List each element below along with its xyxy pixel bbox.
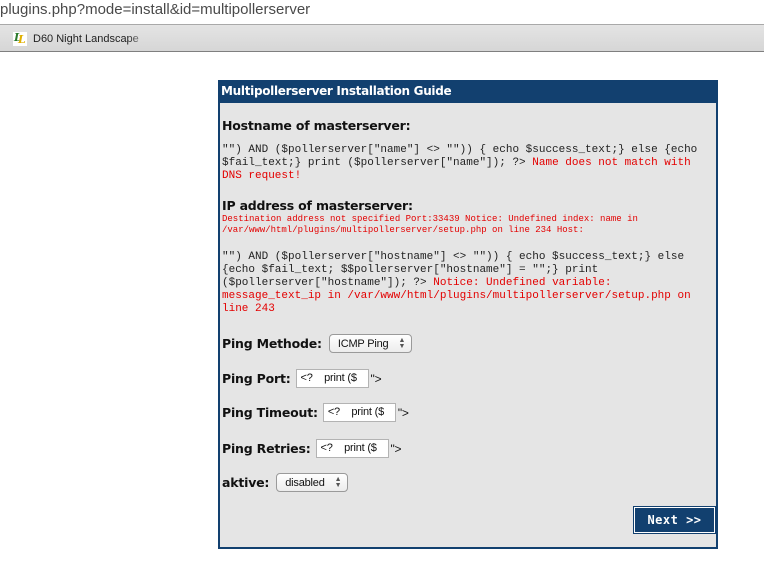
- aktive-label: aktive:: [222, 475, 270, 490]
- ll-favicon-icon: LL: [13, 31, 27, 46]
- ping-timeout-row: Ping Timeout: <? print ($ ">: [222, 403, 409, 422]
- ping-method-select[interactable]: ICMP Ping ▲ ▼: [328, 334, 413, 353]
- address-bar[interactable]: plugins.php?mode=install&id=multipollers…: [0, 0, 764, 24]
- ping-retries-input[interactable]: <? print ($: [315, 439, 389, 458]
- ping-retries-row: Ping Retries: <? print ($ ">: [222, 439, 402, 458]
- bookmark-item[interactable]: LL D60 Night Landscape: [13, 31, 163, 47]
- installation-guide-panel: Multipollerserver Installation Guide Hos…: [218, 80, 718, 549]
- ping-timeout-suffix: ">: [397, 405, 409, 420]
- ping-port-row: Ping Port: <? print ($ ">: [222, 369, 382, 388]
- aktive-value: disabled: [285, 476, 325, 489]
- ping-method-label: Ping Methode:: [222, 336, 322, 351]
- ping-timeout-input[interactable]: <? print ($: [322, 403, 396, 422]
- url-text: plugins.php?mode=install&id=multipollers…: [0, 1, 311, 18]
- ping-method-value: ICMP Ping: [337, 337, 389, 350]
- ip-notice: Destination address not specified Port:3…: [222, 214, 638, 235]
- ping-port-suffix: ">: [370, 371, 382, 386]
- aktive-row: aktive: disabled ▲ ▼: [222, 473, 349, 492]
- ip-code-output: "") AND ($pollerserver["hostname"] <> ""…: [222, 251, 716, 316]
- bookmarks-bar: LL D60 Night Landscape: [0, 24, 764, 52]
- ping-retries-label: Ping Retries:: [222, 441, 311, 456]
- ping-retries-suffix: ">: [390, 441, 402, 456]
- hostname-code-output: "") AND ($pollerserver["name"] <> "")) {…: [222, 144, 716, 183]
- panel-title: Multipollerserver Installation Guide: [218, 80, 718, 103]
- ping-method-row: Ping Methode: ICMP Ping ▲ ▼: [222, 334, 413, 353]
- hostname-section-title: Hostname of masterserver:: [222, 118, 411, 133]
- ip-section-title: IP address of masterserver:: [222, 198, 413, 213]
- bookmark-label: D60 Night Landscape: [33, 33, 139, 45]
- ping-timeout-label: Ping Timeout:: [222, 405, 318, 420]
- select-arrows-icon: ▲ ▼: [334, 475, 342, 489]
- select-arrows-icon: ▲ ▼: [398, 336, 406, 350]
- ping-port-label: Ping Port:: [222, 371, 291, 386]
- ping-port-input[interactable]: <? print ($: [295, 369, 369, 388]
- next-button[interactable]: Next >>: [633, 506, 716, 534]
- aktive-select[interactable]: disabled ▲ ▼: [276, 473, 349, 492]
